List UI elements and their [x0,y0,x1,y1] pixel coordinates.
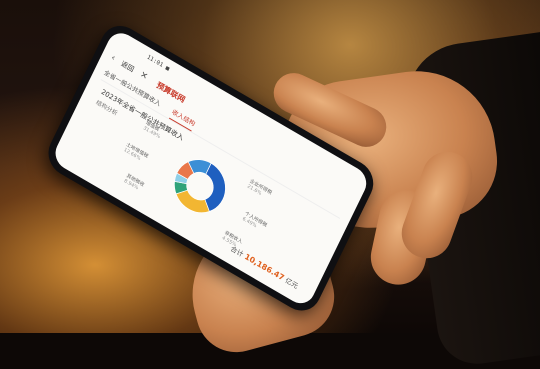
label-tr: 企业所得税 21.6% [246,178,273,197]
donut-chart [174,159,226,214]
label-r: 个人所得税 6.49% [241,210,268,230]
back-label[interactable]: 返回 [119,59,135,75]
total-value: 10,186.47 [243,252,286,283]
close-icon[interactable]: ✕ [138,70,149,82]
chevron-left-icon[interactable]: ‹ [109,53,116,63]
total-label: 合计 [229,244,245,259]
label-bl: 其他税收 8.94% [122,173,146,192]
label-l: 土地增值税 12.66% [122,141,150,162]
total-unit: 亿元 [283,276,300,291]
